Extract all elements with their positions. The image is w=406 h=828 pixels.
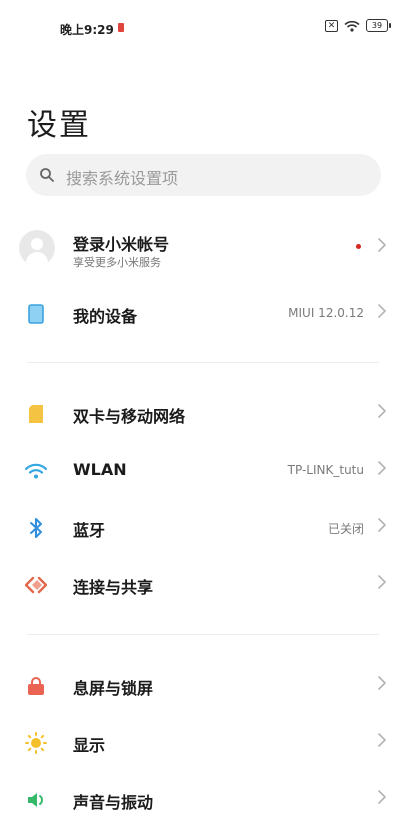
sim-off-icon: ✕	[325, 19, 338, 32]
display-row[interactable]: 显示	[0, 715, 406, 771]
chevron-right-icon	[377, 517, 387, 537]
wlan-label: WLAN	[73, 460, 127, 479]
sim-network-label: 双卡与移动网络	[73, 407, 186, 426]
chevron-right-icon	[377, 732, 387, 752]
section-divider	[27, 362, 379, 363]
bluetooth-value: 已关闭	[327, 522, 364, 536]
avatar	[19, 230, 55, 266]
connection-sharing-row[interactable]: 连接与共享	[0, 557, 406, 613]
status-time: 晚上9:29	[60, 23, 114, 37]
sim-card-icon	[25, 403, 47, 425]
status-bar: 晚上9:29 ✕ 39	[0, 0, 406, 56]
lock-icon	[25, 675, 47, 697]
chevron-right-icon	[377, 403, 387, 423]
connection-sharing-label: 连接与共享	[73, 578, 154, 597]
bluetooth-icon	[25, 517, 47, 539]
page-title: 设置	[27, 108, 91, 143]
account-subtitle: 享受更多小米服务	[73, 256, 161, 269]
my-device-label: 我的设备	[73, 307, 138, 326]
wifi-icon	[344, 20, 360, 32]
wlan-value: TP-LINK_tutu	[287, 463, 364, 477]
wifi-icon	[25, 460, 47, 482]
sim-network-row[interactable]: 双卡与移动网络	[0, 386, 406, 442]
bluetooth-label: 蓝牙	[73, 521, 106, 540]
sound-icon	[25, 789, 47, 811]
section-divider	[27, 634, 379, 635]
account-title: 登录小米帐号	[73, 235, 170, 254]
notification-dot	[356, 244, 361, 249]
search-input[interactable]: 搜索系统设置项	[26, 154, 381, 196]
bluetooth-row[interactable]: 蓝牙 已关闭	[0, 500, 406, 556]
chevron-right-icon	[377, 237, 387, 257]
share-icon	[25, 574, 47, 596]
sun-icon	[25, 732, 47, 754]
search-icon	[39, 167, 55, 187]
sound-vibration-label: 声音与振动	[73, 793, 154, 812]
status-icons: ✕ 39	[325, 19, 391, 32]
chevron-right-icon	[377, 303, 387, 323]
chevron-right-icon	[377, 460, 387, 480]
chevron-right-icon	[377, 675, 387, 695]
device-icon	[25, 303, 47, 325]
account-login-row[interactable]: 登录小米帐号 享受更多小米服务	[0, 220, 406, 276]
chevron-right-icon	[377, 789, 387, 809]
notification-icon	[118, 23, 124, 32]
display-label: 显示	[73, 736, 106, 755]
miui-version: MIUI 12.0.12	[288, 306, 364, 320]
chevron-right-icon	[377, 574, 387, 594]
sound-vibration-row[interactable]: 声音与振动	[0, 772, 406, 828]
search-placeholder: 搜索系统设置项	[66, 169, 179, 188]
battery-icon: 39	[366, 19, 391, 32]
lock-screen-row[interactable]: 息屏与锁屏	[0, 658, 406, 714]
lock-screen-label: 息屏与锁屏	[73, 679, 154, 698]
wlan-row[interactable]: WLAN TP-LINK_tutu	[0, 443, 406, 499]
my-device-row[interactable]: 我的设备 MIUI 12.0.12	[0, 286, 406, 342]
